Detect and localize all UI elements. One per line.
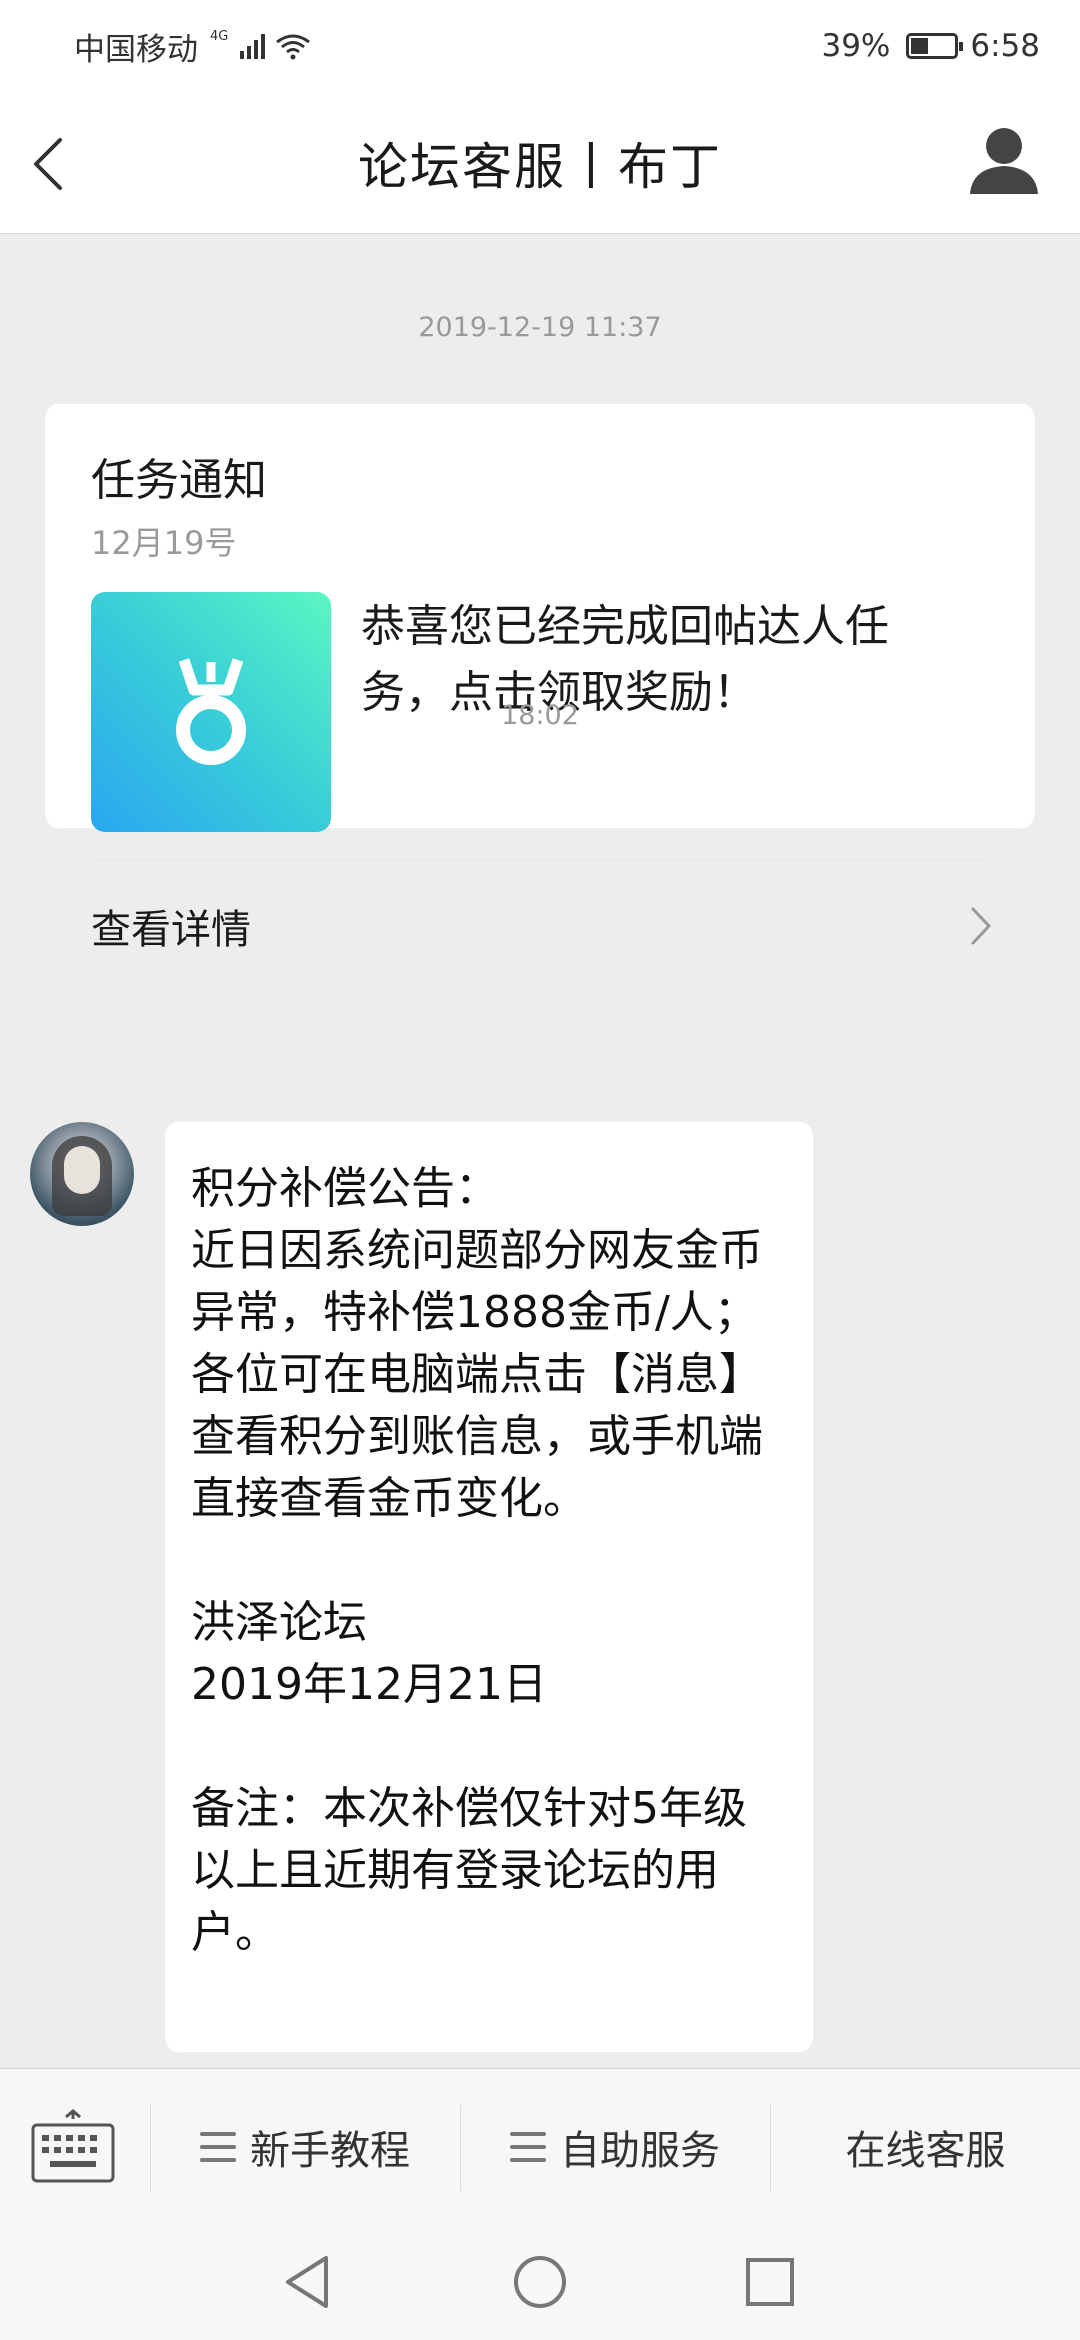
message-gap (191, 1530, 787, 1592)
chevron-right-icon (971, 907, 991, 945)
avatar-face (64, 1146, 100, 1194)
status-bar: 中国移动 4G 39% 6:58 (0, 0, 1080, 92)
status-left: 中国移动 4G (74, 24, 311, 69)
page-title: 论坛客服丨布丁 (358, 137, 722, 196)
nav-home-icon[interactable] (508, 2250, 572, 2314)
back-chevron-icon[interactable] (26, 132, 86, 196)
battery-percent: 39% (821, 28, 891, 64)
menu-item-online-support[interactable]: 在线客服 (771, 2069, 1080, 2225)
menu-item-tutorial[interactable]: 新手教程 (151, 2069, 459, 2225)
menu-icon (510, 2132, 546, 2162)
bottom-menu-bar: 新手教程 自助服务 在线客服 (0, 2068, 1080, 2224)
menu-item-label: 自助服务 (560, 2128, 720, 2174)
menu-item-self-service[interactable]: 自助服务 (461, 2069, 769, 2225)
network-type: 4G (210, 28, 229, 44)
system-nav-bar (0, 2224, 1080, 2340)
clock: 6:58 (970, 28, 1040, 64)
message-line: 备注：本次补偿仅针对5年级以上且近期有登录论坛的用户。 (191, 1783, 747, 1958)
timestamp: 2019-12-19 11:37 (418, 312, 662, 343)
battery-fill (911, 38, 928, 54)
menu-icon (200, 2132, 236, 2162)
message-gap (191, 1716, 787, 1778)
view-details-label: 查看详情 (91, 907, 251, 953)
battery-icon (906, 33, 964, 59)
menu-item-label: 在线客服 (845, 2128, 1006, 2174)
message-line: 2019年12月21日 (191, 1659, 547, 1710)
wifi-icon (276, 34, 311, 60)
message-line: 近日因系统问题部分网友金币异常，特补偿1888金币/人；各位可在电脑端点击【消息… (191, 1225, 763, 1524)
message-bubble[interactable]: 积分补偿公告： 近日因系统问题部分网友金币异常，特补偿1888金币/人；各位可在… (165, 1122, 813, 2052)
chat-area[interactable]: 2019-12-19 11:37 任务通知 12月19号 恭喜您已经完成回帖达人… (0, 234, 1080, 2068)
task-card-title: 任务通知 (91, 455, 267, 506)
timestamp: 18:02 (501, 700, 579, 731)
status-right: 39% 6:58 (821, 28, 1040, 64)
nav-recents-icon[interactable] (738, 2250, 802, 2314)
message-line: 积分补偿公告： (191, 1163, 499, 1214)
view-details-row[interactable]: 查看详情 (45, 861, 1035, 991)
task-notification-card[interactable]: 任务通知 12月19号 恭喜您已经完成回帖达人任务，点击领取奖励！ 查看详情 (45, 404, 1035, 953)
nav-back-icon[interactable] (276, 2250, 340, 2314)
message-line: 洪泽论坛 (191, 1597, 367, 1648)
keyboard-icon[interactable] (30, 2109, 116, 2185)
task-card-date: 12月19号 (91, 524, 237, 562)
app-header: 论坛客服丨布丁 (0, 92, 1080, 234)
signal-icon (240, 33, 266, 59)
carrier-name: 中国移动 (74, 31, 198, 68)
user-profile-icon[interactable] (964, 120, 1044, 200)
avatar[interactable] (30, 1122, 134, 1226)
menu-item-label: 新手教程 (250, 2128, 410, 2174)
